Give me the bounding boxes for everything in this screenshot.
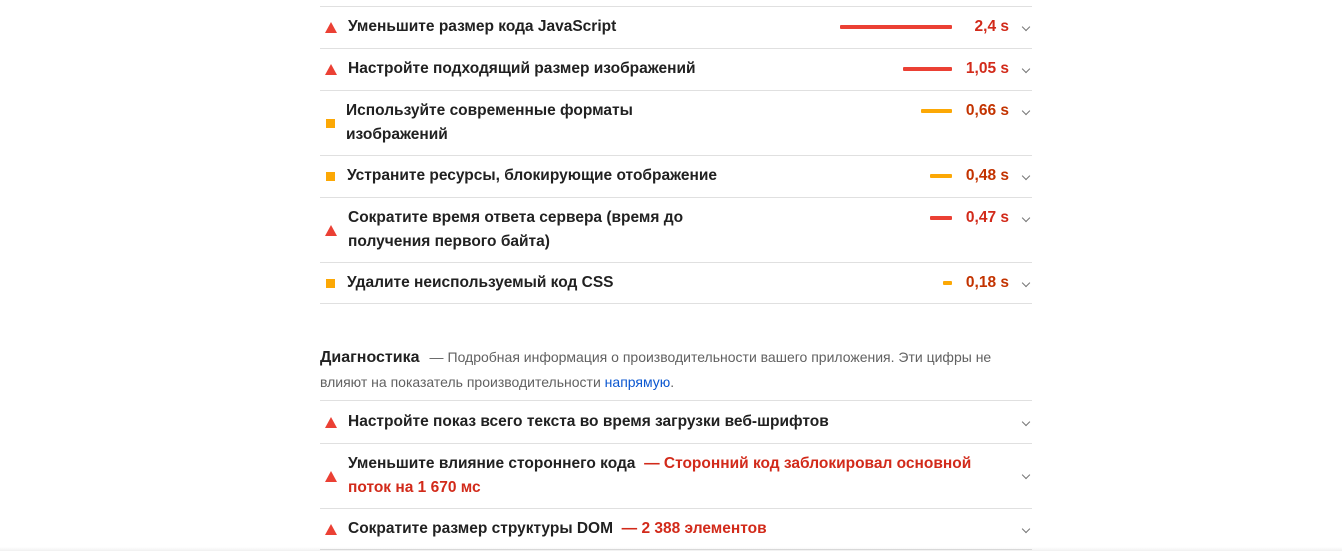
- audit-title: Уменьшите размер кода JavaScript: [348, 18, 617, 35]
- learn-more-link[interactable]: напрямую: [605, 374, 671, 390]
- savings-value: 1,05 s: [965, 60, 1009, 77]
- chevron-down-icon[interactable]: [1021, 22, 1031, 32]
- header-dash: —: [429, 349, 444, 365]
- audit-row-dom-size[interactable]: Сократите размер структуры DOM — 2 388 э…: [320, 508, 1032, 550]
- orange-square-icon: [324, 277, 337, 289]
- warning-triangle-icon: [324, 416, 337, 428]
- period: .: [670, 374, 675, 390]
- chevron-down-icon[interactable]: [1021, 106, 1031, 116]
- audit-title-text: Сократите размер структуры DOM: [348, 520, 614, 537]
- savings-value: 0,18 s: [965, 274, 1009, 291]
- warning-triangle-icon: [324, 470, 337, 482]
- diagnostics-header: Диагностика — Подробная информация о произ…: [320, 345, 1020, 394]
- savings-bar: [930, 174, 952, 178]
- scroll-shadow: [0, 547, 1342, 551]
- audit-title-text: Уменьшите влияние стороннего кода: [348, 455, 636, 472]
- savings-bar: [903, 67, 952, 71]
- audit-detail: — 2 388 элементов: [621, 520, 767, 537]
- diagnostics-heading: Диагностика: [320, 349, 420, 366]
- audit-title: Уменьшите влияние стороннего кода — Стор…: [348, 452, 1013, 500]
- audit-row-third-party[interactable]: Уменьшите влияние стороннего кода — Стор…: [320, 443, 1032, 508]
- warning-triangle-icon: [324, 64, 337, 76]
- savings-value: 2,4 s: [974, 18, 1009, 35]
- savings-bar: [943, 281, 952, 285]
- audit-row-render-blocking-resources[interactable]: Устраните ресурсы, блокирующие отображен…: [320, 155, 1032, 197]
- savings-bar: [930, 216, 952, 220]
- audit-title: Устраните ресурсы, блокирующие отображен…: [347, 167, 717, 184]
- chevron-down-icon[interactable]: [1021, 64, 1031, 74]
- audit-row-modern-image-formats[interactable]: Используйте современные форматы изображе…: [320, 90, 1032, 155]
- audit-title: Удалите неиспользуемый код CSS: [347, 274, 614, 291]
- opportunities-list: Уменьшите размер кода JavaScript 2,4 s Н…: [320, 6, 1032, 304]
- savings-bar: [921, 109, 952, 113]
- chevron-down-icon[interactable]: [1021, 278, 1031, 288]
- warning-triangle-icon: [324, 523, 337, 535]
- savings-value: 0,47 s: [965, 209, 1009, 226]
- orange-square-icon: [324, 117, 337, 129]
- audit-title: Настройте подходящий размер изображений: [348, 60, 696, 77]
- savings-value: 0,48 s: [965, 167, 1009, 184]
- chevron-down-icon[interactable]: [1021, 171, 1031, 181]
- warning-triangle-icon: [324, 224, 337, 236]
- savings-value: 0,66 s: [965, 102, 1009, 119]
- audit-row-unused-css[interactable]: Удалите неиспользуемый код CSS 0,18 s: [320, 262, 1032, 304]
- audit-title: Настройте показ всего текста во время за…: [348, 410, 829, 434]
- audit-title: Сократите время ответа сервера (время до…: [348, 209, 684, 250]
- savings-bar: [840, 25, 952, 29]
- audit-row-properly-size-images[interactable]: Настройте подходящий размер изображений …: [320, 48, 1032, 90]
- audit-title: Используйте современные форматы изображе…: [346, 102, 633, 143]
- audit-title: Сократите размер структуры DOM — 2 388 э…: [348, 517, 767, 541]
- diagnostics-list: Настройте показ всего текста во время за…: [320, 400, 1032, 550]
- chevron-down-icon[interactable]: [1021, 417, 1031, 427]
- chevron-down-icon[interactable]: [1021, 213, 1031, 223]
- audit-title-text: Настройте показ всего текста во время за…: [348, 413, 829, 430]
- warning-triangle-icon: [324, 22, 337, 34]
- audit-row-unminified-javascript[interactable]: Уменьшите размер кода JavaScript 2,4 s: [320, 6, 1032, 48]
- audit-row-server-response-time[interactable]: Сократите время ответа сервера (время до…: [320, 197, 1032, 262]
- chevron-down-icon[interactable]: [1021, 470, 1031, 480]
- orange-square-icon: [324, 171, 337, 183]
- chevron-down-icon[interactable]: [1021, 524, 1031, 534]
- audit-row-font-display[interactable]: Настройте показ всего текста во время за…: [320, 400, 1032, 443]
